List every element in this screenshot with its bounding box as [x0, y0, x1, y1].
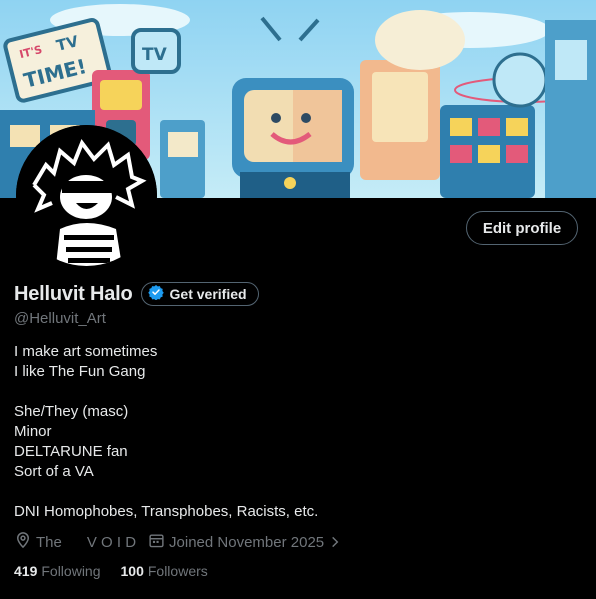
- chevron-right-icon: [328, 534, 342, 550]
- bio-line: She/They (masc): [14, 403, 129, 420]
- bio-line: Minor: [14, 423, 52, 440]
- bio-line: DELTARUNE fan: [14, 443, 128, 460]
- verified-badge-icon: [147, 284, 164, 305]
- bio-line: DNI Homophobes, Transphobes, Racists, et…: [14, 503, 319, 520]
- following-count: 419: [14, 563, 38, 579]
- following-link[interactable]: 419 Following: [14, 563, 101, 579]
- location-text: The V O I D: [36, 533, 137, 551]
- get-verified-button[interactable]: Get verified: [140, 282, 259, 306]
- following-label: Following: [41, 563, 101, 579]
- followers-label: Followers: [147, 563, 208, 579]
- bio-line: Sort of a VA: [14, 463, 94, 480]
- bio-line: [14, 482, 318, 502]
- followers-link[interactable]: 100 Followers: [121, 563, 208, 579]
- profile-meta-row: The V O I D Joined November 2025: [14, 531, 342, 553]
- edit-profile-button[interactable]: Edit profile: [466, 211, 578, 245]
- get-verified-label: Get verified: [169, 286, 247, 302]
- profile-avatar[interactable]: [16, 125, 157, 266]
- bio-line: [14, 382, 318, 402]
- profile-handle: @Helluvit_Art: [14, 310, 106, 327]
- profile-stats: 419 Following 100 Followers: [14, 563, 208, 579]
- profile-bio: I make art sometimes I like The Fun Gang…: [14, 342, 318, 522]
- profile-display-name: Helluvit Halo: [14, 282, 133, 305]
- profile-location: The V O I D: [14, 531, 136, 553]
- joined-text: Joined November 2025: [169, 533, 325, 551]
- bio-line: I like The Fun Gang: [14, 363, 146, 380]
- banner-tv-label: TV: [142, 45, 168, 65]
- bio-line: I make art sometimes: [14, 343, 158, 360]
- profile-name-row: Helluvit Halo Get verified: [14, 282, 259, 306]
- profile-joined[interactable]: Joined November 2025: [148, 532, 342, 553]
- location-pin-icon: [14, 531, 32, 553]
- calendar-icon: [148, 532, 165, 553]
- followers-count: 100: [120, 563, 144, 579]
